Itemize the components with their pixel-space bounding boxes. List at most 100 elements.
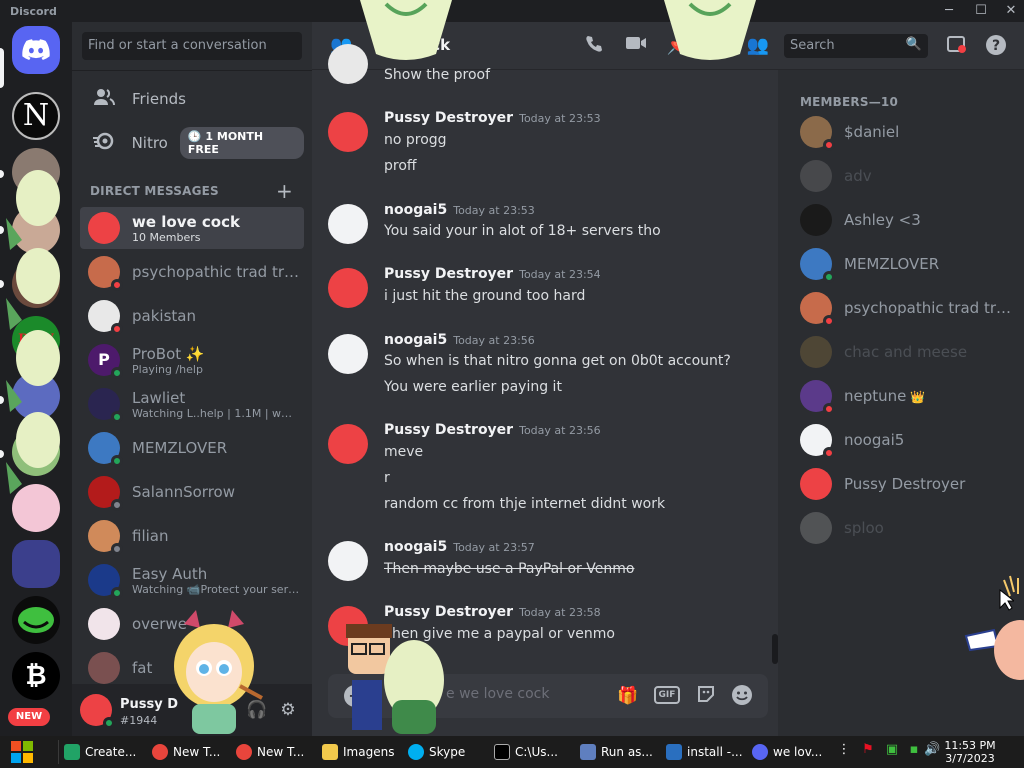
avatar bbox=[88, 564, 123, 599]
message-text: You were earlier paying it bbox=[384, 379, 562, 395]
settings-gear-icon[interactable]: ⚙ bbox=[278, 700, 298, 720]
svg-text:?: ? bbox=[992, 38, 1000, 54]
avatar[interactable] bbox=[328, 334, 368, 374]
server-icon-bitcoin[interactable]: ₿ bbox=[12, 652, 60, 700]
dm-item[interactable]: psychopathic trad tra... bbox=[80, 251, 304, 293]
windows-start-icon[interactable] bbox=[10, 740, 34, 764]
member-item[interactable]: noogai5 bbox=[800, 418, 1020, 462]
sticker-icon[interactable] bbox=[694, 684, 718, 708]
tray-app-icon[interactable]: ▪ bbox=[906, 742, 922, 758]
dm-item[interactable]: MEMZLOVER bbox=[80, 427, 304, 469]
dm-item-we-love-cock[interactable]: we love cock 10 Members bbox=[80, 207, 304, 249]
member-item[interactable]: chac and meese bbox=[800, 330, 1020, 374]
taskbar-item[interactable]: Imagens bbox=[322, 738, 402, 766]
dm-item[interactable]: P ProBot ✨ Playing /help bbox=[80, 339, 304, 381]
window-titlebar: Discord ─ ☐ ✕ bbox=[0, 0, 1024, 22]
member-name-row: neptune 👑 bbox=[844, 387, 1014, 405]
taskbar-item[interactable]: install -... bbox=[666, 738, 742, 766]
member-item[interactable]: MEMZLOVER bbox=[800, 242, 1020, 286]
message-author[interactable]: Pussy Destroyer bbox=[384, 422, 513, 438]
member-item[interactable]: sploo bbox=[800, 506, 1020, 550]
system-clock[interactable]: 11:53 PM 3/7/2023 bbox=[940, 739, 1000, 765]
taskbar-item[interactable]: New T... bbox=[152, 738, 230, 766]
message-author[interactable]: Pussy Destroyer bbox=[384, 110, 513, 126]
member-item[interactable]: Ashley <3 bbox=[800, 198, 1020, 242]
avatar[interactable] bbox=[328, 204, 368, 244]
dm-name: Lawliet bbox=[132, 388, 186, 407]
help-icon[interactable]: ? bbox=[984, 34, 1008, 58]
maximize-icon[interactable]: ☐ bbox=[970, 2, 992, 20]
overflow-menu-icon[interactable]: ⋮ bbox=[836, 742, 852, 758]
member-item[interactable]: Pussy Destroyer bbox=[800, 462, 1020, 506]
dm-item[interactable]: Lawliet Watching L..help | 1.1M | www.l..… bbox=[80, 383, 304, 425]
message-text: meve bbox=[384, 444, 424, 460]
find-conversation-input[interactable]: Find or start a conversation bbox=[82, 32, 302, 60]
home-button[interactable] bbox=[12, 26, 60, 74]
avatar[interactable] bbox=[328, 541, 368, 581]
voice-call-icon[interactable] bbox=[582, 34, 606, 58]
avatar[interactable] bbox=[328, 112, 368, 152]
message-input[interactable]: e we love cock bbox=[446, 686, 549, 702]
gif-button[interactable]: GIF bbox=[654, 686, 680, 704]
friends-nav[interactable]: Friends bbox=[80, 78, 304, 120]
taskbar-item[interactable]: Create... bbox=[64, 738, 146, 766]
avatar bbox=[800, 292, 835, 327]
avatar bbox=[88, 256, 123, 291]
emoji-icon[interactable] bbox=[730, 684, 754, 708]
server-folder[interactable] bbox=[12, 540, 60, 588]
dm-item[interactable]: SalannSorrow bbox=[80, 471, 304, 513]
message-text: r bbox=[384, 470, 390, 486]
flag-icon[interactable]: ⚑ bbox=[860, 742, 876, 758]
message-author[interactable]: Pussy Destroyer bbox=[384, 266, 513, 282]
message-timestamp: Today at 23:53 bbox=[519, 112, 601, 125]
member-item[interactable]: $daniel bbox=[800, 110, 1020, 154]
nitro-nav[interactable]: Nitro 🕒 1 MONTH FREE bbox=[80, 122, 304, 164]
volume-icon[interactable]: 🔊 bbox=[924, 742, 940, 758]
message-timestamp: Today at 23:57 bbox=[453, 541, 535, 554]
message-author[interactable]: noogai5 bbox=[384, 202, 447, 218]
user-avatar[interactable] bbox=[80, 694, 115, 729]
message-text: i just hit the ground too hard bbox=[384, 288, 586, 304]
gift-icon[interactable]: 🎁 bbox=[616, 684, 640, 708]
avatar[interactable] bbox=[328, 424, 368, 464]
member-item[interactable]: neptune 👑 bbox=[800, 374, 1020, 418]
taskbar-item[interactable]: C:\Us... bbox=[494, 738, 570, 766]
search-input[interactable]: Search 🔍 bbox=[784, 34, 928, 58]
server-icon-trollface[interactable] bbox=[12, 596, 60, 644]
star-butterfly-sticker-icon bbox=[174, 610, 263, 734]
close-icon[interactable]: ✕ bbox=[1000, 2, 1022, 20]
create-dm-icon[interactable]: + bbox=[276, 179, 293, 203]
taskbar-item[interactable]: Skype bbox=[408, 738, 484, 766]
message-author[interactable]: noogai5 bbox=[384, 332, 447, 348]
message-author[interactable]: noogai5 bbox=[384, 539, 447, 555]
member-name: $daniel bbox=[844, 123, 900, 141]
taskbar-item[interactable]: New T... bbox=[236, 738, 314, 766]
skype-icon bbox=[408, 744, 424, 760]
nitro-offer-badge: 🕒 1 MONTH FREE bbox=[179, 127, 304, 159]
inbox-icon[interactable] bbox=[944, 34, 968, 58]
network-icon[interactable]: ▣ bbox=[884, 742, 900, 758]
dm-item[interactable]: pakistan bbox=[80, 295, 304, 337]
server-icon-n[interactable]: N bbox=[12, 92, 60, 140]
taskbar-item[interactable]: Run as... bbox=[580, 738, 656, 766]
avatar bbox=[88, 300, 123, 335]
taskbar-item-active[interactable]: we lov... bbox=[752, 738, 828, 766]
new-badge[interactable]: NEW bbox=[8, 708, 50, 726]
n-logo-icon: N bbox=[22, 98, 50, 133]
dm-item[interactable]: filian bbox=[80, 515, 304, 557]
nitro-label: Nitro bbox=[131, 134, 168, 152]
status-online-icon bbox=[823, 271, 835, 283]
member-name: Pussy Destroyer bbox=[844, 475, 966, 493]
member-item[interactable]: adv bbox=[800, 154, 1020, 198]
message-author[interactable]: Pussy Destroyer bbox=[384, 604, 513, 620]
avatar bbox=[88, 608, 120, 640]
member-item[interactable]: psychopathic trad tra... bbox=[800, 286, 1020, 330]
dm-item[interactable]: Easy Auth Watching 📹Protect your serv... bbox=[80, 559, 304, 601]
video-call-icon[interactable] bbox=[624, 34, 648, 58]
avatar[interactable] bbox=[328, 268, 368, 308]
run-as-icon bbox=[580, 744, 596, 760]
message-timestamp: Today at 23:53 bbox=[453, 204, 535, 217]
message-timestamp: Today at 23:56 bbox=[453, 334, 535, 347]
minimize-icon[interactable]: ─ bbox=[938, 2, 960, 20]
status-online-icon bbox=[103, 717, 115, 729]
